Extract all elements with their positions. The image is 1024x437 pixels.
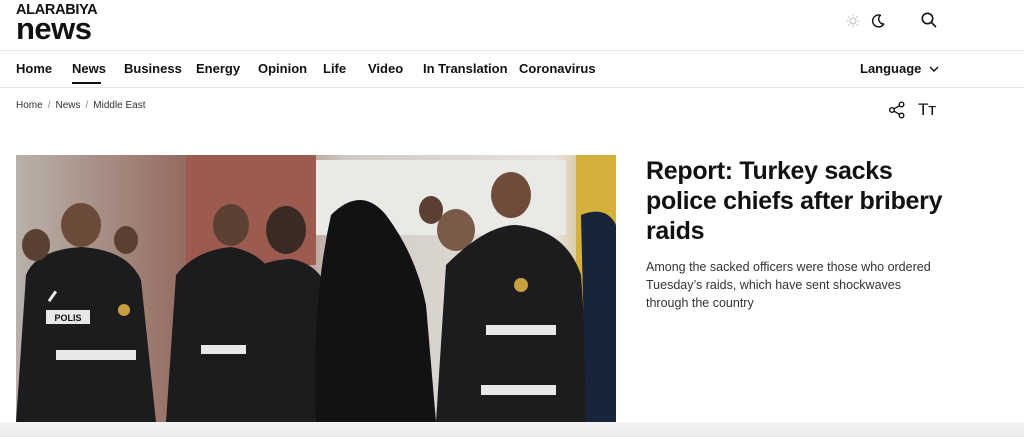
font-size-button[interactable]: Tт [918,100,936,120]
nav-item-home[interactable]: Home [16,61,52,76]
share-icon [889,101,905,119]
nav-active-indicator [72,82,101,84]
nav-item-in-translation[interactable]: In Translation [423,61,508,76]
breadcrumb-news[interactable]: News [55,100,80,111]
breadcrumb: Home / News / Middle East [16,100,146,111]
sun-icon [846,14,860,28]
moon-icon[interactable] [870,13,886,29]
language-label: Language [860,61,922,76]
share-button[interactable] [888,101,906,119]
polis-badge-text: POLIS [54,313,81,323]
article-headline[interactable]: Report: Turkey sacks police chiefs after… [646,156,946,246]
nav-item-energy[interactable]: Energy [196,61,240,76]
nav-item-business[interactable]: Business [124,61,182,76]
nav-item-coronavirus[interactable]: Coronavirus [519,61,596,76]
nav-item-life[interactable]: Life [323,61,346,76]
article-summary: Among the sacked officers were those who… [646,260,931,310]
logo-main-text: news [16,11,92,46]
theme-toggle[interactable] [846,10,894,32]
page-bottom-edge [0,422,1024,437]
font-size-label: Tт [918,100,937,119]
top-bar: ALARABIYA news [0,0,1024,50]
site-logo[interactable]: ALARABIYA news [16,3,108,46]
nav-item-opinion[interactable]: Opinion [258,61,307,76]
nav-item-video[interactable]: Video [368,61,403,76]
nav-divider [0,87,1024,88]
hero-photo: POLIS [16,155,616,422]
search-button[interactable] [920,11,940,31]
language-selector[interactable]: Language [860,61,939,76]
nav-item-news[interactable]: News [72,61,106,76]
breadcrumb-separator: / [85,100,89,111]
search-icon [921,12,937,28]
article-hero-image[interactable]: POLIS [16,155,616,422]
breadcrumb-middle-east[interactable]: Middle East [93,100,145,111]
breadcrumb-separator: / [47,100,51,111]
breadcrumb-home[interactable]: Home [16,100,43,111]
chevron-down-icon [929,66,939,72]
